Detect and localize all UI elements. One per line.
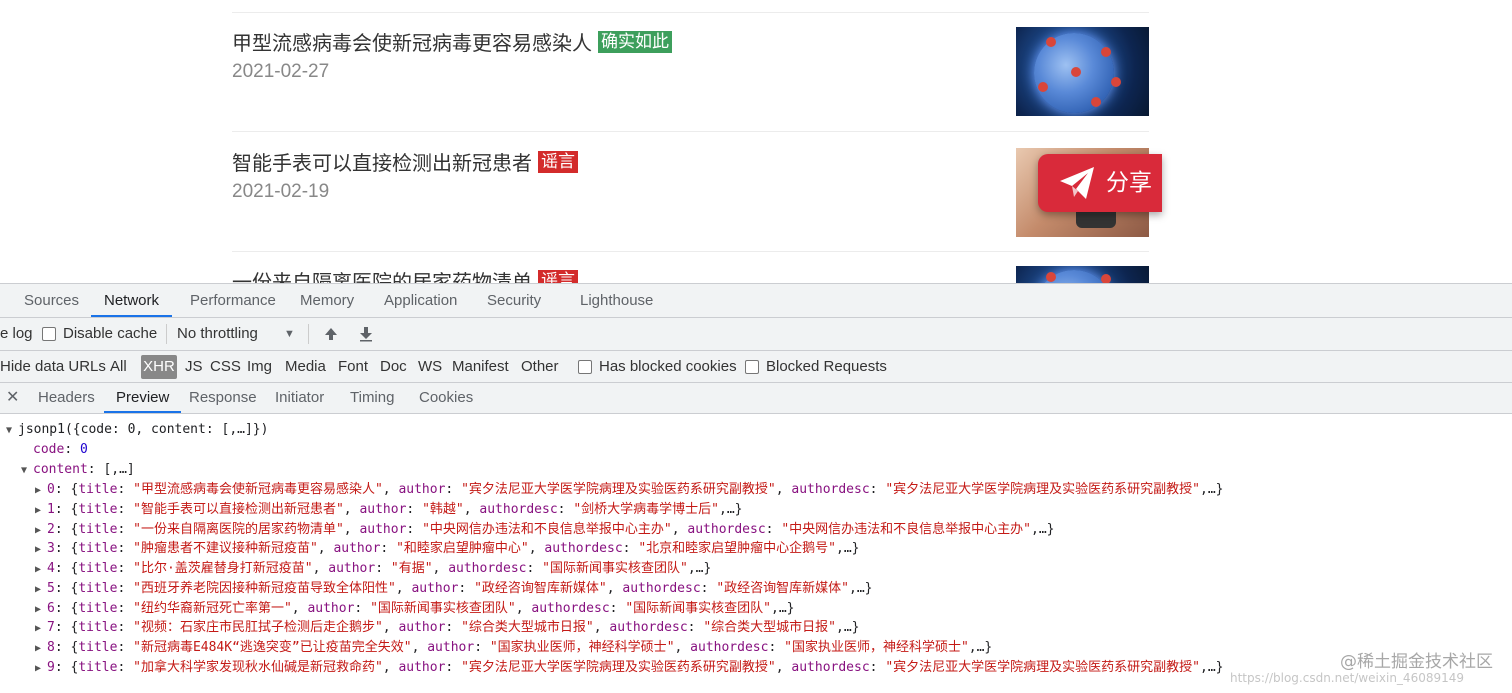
filter-other[interactable]: Other (521, 351, 559, 383)
disable-cache-checkbox[interactable] (42, 327, 56, 341)
tab-application[interactable]: Application (384, 284, 457, 317)
news-date: 2021-02-27 (232, 61, 330, 82)
json-content-row[interactable]: ▶ 9: {title: "加拿大科学家发现秋水仙碱是新冠救命药", author… (35, 658, 1223, 678)
json-root[interactable]: ▼ jsonp1({code: 0, content: [,…]}) (6, 420, 268, 440)
throttling-select[interactable]: No throttling (177, 318, 258, 350)
paper-plane-icon (1060, 167, 1094, 199)
triangle-right-icon[interactable]: ▶ (35, 521, 47, 541)
filter-font[interactable]: Font (338, 351, 368, 383)
triangle-right-icon[interactable]: ▶ (35, 600, 47, 620)
triangle-right-icon[interactable]: ▶ (35, 619, 47, 639)
json-preview: ▼ jsonp1({code: 0, content: [,…]}) code: … (0, 415, 1512, 693)
triangle-right-icon[interactable]: ▶ (35, 501, 47, 521)
tab-cookies[interactable]: Cookies (419, 383, 473, 413)
rumor-tag: 谣言 (538, 151, 578, 173)
virus-image[interactable] (1016, 27, 1149, 116)
separator (166, 324, 167, 344)
tab-lighthouse[interactable]: Lighthouse (580, 284, 653, 317)
upload-icon[interactable] (323, 326, 339, 342)
json-content-row[interactable]: ▶ 0: {title: "甲型流感病毒会使新冠病毒更容易感染人", author… (35, 480, 1223, 500)
json-content-row[interactable]: ▶ 7: {title: "视频：石家庄市民肛拭子检测后走企鹅步", author… (35, 618, 859, 638)
virus-image[interactable] (1016, 266, 1149, 283)
tab-security[interactable]: Security (487, 284, 541, 317)
tab-response[interactable]: Response (189, 383, 257, 413)
triangle-right-icon[interactable]: ▶ (35, 540, 47, 560)
truth-tag: 确实如此 (598, 31, 672, 53)
has-blocked-cookies-checkbox[interactable] (578, 360, 592, 374)
news-title[interactable]: 一份来自隔离医院的居家药物清单 谣言 (232, 266, 578, 283)
divider (232, 251, 1149, 252)
tab-preview[interactable]: Preview (104, 383, 182, 413)
json-content[interactable]: ▼ content: [,…] (21, 460, 135, 480)
triangle-right-icon[interactable]: ▶ (35, 659, 47, 679)
triangle-right-icon[interactable]: ▶ (35, 560, 47, 580)
tab-network[interactable]: Network (91, 284, 173, 317)
json-content-row[interactable]: ▶ 4: {title: "比尔·盖茨雇替身打新冠疫苗", author: "有据… (35, 559, 711, 579)
watermark: @稀土掘金技术社区 (1340, 652, 1493, 672)
disable-cache-label[interactable]: Disable cache (63, 318, 157, 350)
news-item[interactable]: 智能手表可以直接检测出新冠患者 谣言 2021-02-19 (232, 147, 1149, 267)
triangle-right-icon[interactable]: ▶ (35, 481, 47, 501)
filter-img[interactable]: Img (247, 351, 272, 383)
tab-performance[interactable]: Performance (190, 284, 276, 317)
news-item[interactable]: 一份来自隔离医院的居家药物清单 谣言 (232, 266, 1149, 283)
divider (232, 12, 1149, 13)
filter-ws[interactable]: WS (418, 351, 442, 383)
tab-timing[interactable]: Timing (350, 383, 394, 413)
share-label: 分享 (1106, 170, 1152, 196)
triangle-right-icon[interactable]: ▶ (35, 639, 47, 659)
devtools: Sources Network Performance Memory Appli… (0, 283, 1512, 693)
network-toolbar: e log Disable cache No throttling ▼ (0, 318, 1512, 351)
close-icon[interactable]: ✕ (6, 390, 19, 406)
filter-xhr[interactable]: XHR (141, 355, 177, 379)
tab-sources[interactable]: Sources (24, 284, 79, 317)
filter-js[interactable]: JS (185, 351, 203, 383)
detail-tab-bar: ✕ Headers Preview Response Initiator Tim… (0, 383, 1512, 414)
triangle-down-icon[interactable]: ▼ (21, 461, 33, 481)
separator (308, 324, 309, 344)
news-item[interactable]: 甲型流感病毒会使新冠病毒更容易感染人 确实如此 2021-02-27 (232, 27, 1149, 147)
filter-all[interactable]: All (110, 351, 127, 383)
json-code: code: 0 (33, 442, 88, 457)
json-content-row[interactable]: ▶ 2: {title: "一份来自隔离医院的居家药物清单", author: "… (35, 520, 1054, 540)
filter-media[interactable]: Media (285, 351, 326, 383)
rumor-tag: 谣言 (538, 270, 578, 283)
news-date: 2021-02-19 (232, 181, 330, 202)
filter-doc[interactable]: Doc (380, 351, 407, 383)
json-content-row[interactable]: ▶ 1: {title: "智能手表可以直接检测出新冠患者", author: "… (35, 500, 742, 520)
news-title[interactable]: 智能手表可以直接检测出新冠患者 谣言 (232, 147, 578, 179)
triangle-right-icon[interactable]: ▶ (35, 580, 47, 600)
watermark-url: https://blog.csdn.net/weixin_46089149 (1230, 671, 1465, 685)
chevron-down-icon[interactable]: ▼ (284, 318, 295, 350)
preserve-log-label[interactable]: e log (0, 318, 33, 350)
tab-headers[interactable]: Headers (38, 383, 95, 413)
filter-css[interactable]: CSS (210, 351, 241, 383)
tab-initiator[interactable]: Initiator (275, 383, 324, 413)
blocked-requests-label[interactable]: Blocked Requests (766, 351, 887, 383)
json-content-row[interactable]: ▶ 5: {title: "西班牙养老院因接种新冠疫苗导致全体阳性", autho… (35, 579, 872, 599)
filter-manifest[interactable]: Manifest (452, 351, 509, 383)
divider (232, 131, 1149, 132)
download-icon[interactable] (358, 326, 374, 342)
blocked-requests-checkbox[interactable] (745, 360, 759, 374)
json-content-row[interactable]: ▶ 3: {title: "肿瘤患者不建议接种新冠疫苗", author: "和睦… (35, 539, 859, 559)
hide-data-urls-label[interactable]: Hide data URLs (0, 351, 106, 383)
tab-memory[interactable]: Memory (300, 284, 354, 317)
news-title[interactable]: 甲型流感病毒会使新冠病毒更容易感染人 确实如此 (232, 27, 672, 59)
triangle-down-icon[interactable]: ▼ (6, 421, 18, 441)
panel-tab-bar: Sources Network Performance Memory Appli… (0, 284, 1512, 318)
has-blocked-cookies-label[interactable]: Has blocked cookies (599, 351, 737, 383)
json-content-row[interactable]: ▶ 6: {title: "纽约华裔新冠死亡率第一", author: "国际新闻… (35, 599, 794, 619)
filter-bar: Hide data URLs All XHR JS CSS Img Media … (0, 351, 1512, 383)
json-content-row[interactable]: ▶ 8: {title: "新冠病毒E484K“逃逸突变”已让疫苗完全失效", a… (35, 638, 992, 658)
web-page: 甲型流感病毒会使新冠病毒更容易感染人 确实如此 2021-02-27 智能手表可以… (0, 0, 1512, 283)
share-button[interactable]: 分享 (1038, 154, 1162, 212)
